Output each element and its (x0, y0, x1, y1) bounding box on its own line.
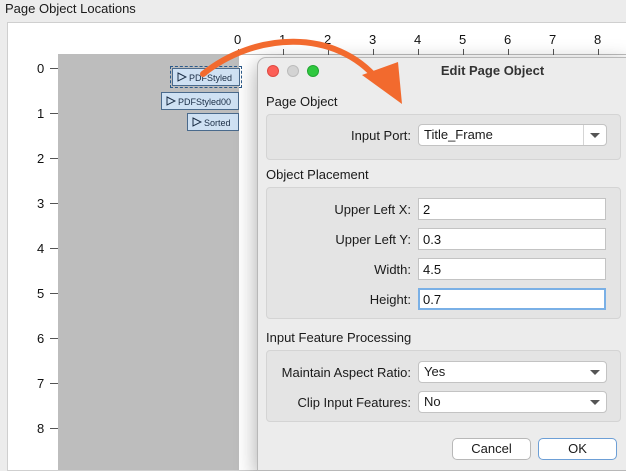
width-label: Width: (374, 262, 411, 277)
input-port-select[interactable]: Title_Frame (418, 124, 607, 146)
input-port-node[interactable]: PDFStyled00 (161, 92, 239, 110)
ruler-x-label: 5 (459, 32, 467, 47)
input-port-value: Title_Frame (424, 127, 493, 142)
ruler-x-label: 2 (324, 32, 332, 47)
input-port-node[interactable]: PDFStyled (170, 66, 242, 88)
ruler-tick (238, 49, 239, 55)
ruler-tick (50, 203, 58, 204)
placement-group: Upper Left X: Upper Left Y: Width: Heigh… (266, 187, 621, 319)
upper-left-x-label: Upper Left X: (334, 202, 411, 217)
ruler-y-label: 3 (37, 196, 45, 211)
chevron-down-icon (584, 392, 606, 412)
node-label: Sorted (204, 118, 231, 128)
ruler-tick (50, 293, 58, 294)
ruler-tick (508, 49, 509, 55)
page-object-group: Input Port: Title_Frame (266, 114, 621, 160)
clip-input-select[interactable]: No (418, 391, 607, 413)
upper-left-x-input[interactable] (418, 198, 606, 220)
cancel-button[interactable]: Cancel (452, 438, 531, 460)
maintain-aspect-select[interactable]: Yes (418, 361, 607, 383)
ruler-tick (373, 49, 374, 55)
clip-input-label: Clip Input Features: (297, 395, 411, 410)
input-port-node[interactable]: Sorted (187, 113, 239, 131)
height-label: Height: (369, 292, 411, 307)
chevron-down-icon (584, 362, 606, 382)
node-label: PDFStyled00 (178, 97, 232, 107)
dialog-title: Edit Page Object (440, 63, 545, 78)
ruler-y-label: 8 (37, 421, 45, 436)
ruler-tick (598, 49, 599, 55)
ruler-y-label: 4 (37, 241, 45, 256)
dialog-titlebar[interactable]: Edit Page Object (258, 58, 626, 84)
ruler-x-label: 0 (234, 32, 242, 47)
ruler-tick (463, 49, 464, 55)
ruler-tick (50, 248, 58, 249)
ruler-x-label: 4 (414, 32, 422, 47)
port-triangle-icon (166, 96, 176, 106)
ruler-tick (418, 49, 419, 55)
maintain-aspect-value: Yes (424, 364, 446, 379)
ruler-y-label: 0 (37, 61, 45, 76)
ok-button[interactable]: OK (538, 438, 617, 460)
ruler-x-label: 8 (594, 32, 602, 47)
ruler-x-label: 3 (369, 32, 377, 47)
section-object-placement: Object Placement (266, 167, 369, 182)
ruler-x-label: 7 (549, 32, 557, 47)
ruler-tick (50, 428, 58, 429)
chevron-down-icon (583, 125, 606, 145)
width-input[interactable] (418, 258, 606, 280)
processing-group: Maintain Aspect Ratio: Yes Clip Input Fe… (266, 350, 621, 422)
clip-input-value: No (424, 394, 441, 409)
port-triangle-icon (177, 72, 187, 82)
port-triangle-icon (192, 117, 202, 127)
node-label: PDFStyled (189, 73, 233, 83)
upper-left-y-input[interactable] (418, 228, 606, 250)
section-page-object: Page Object (266, 94, 338, 109)
upper-left-y-label: Upper Left Y: (335, 232, 411, 247)
ruler-tick (553, 49, 554, 55)
ruler-y-label: 5 (37, 286, 45, 301)
maintain-aspect-label: Maintain Aspect Ratio: (281, 365, 411, 380)
ruler-x-label: 6 (504, 32, 512, 47)
ruler-tick (283, 49, 284, 55)
ruler-y-label: 2 (37, 151, 45, 166)
ruler-tick (50, 383, 58, 384)
ruler-tick (50, 68, 58, 69)
height-input[interactable] (418, 288, 606, 310)
ruler-tick (328, 49, 329, 55)
section-input-feature-processing: Input Feature Processing (266, 330, 412, 345)
ruler-x-label: 1 (279, 32, 287, 47)
ruler-y-label: 7 (37, 376, 45, 391)
ruler-tick (50, 113, 58, 114)
ruler-tick (50, 158, 58, 159)
edit-page-object-dialog: Edit Page Object Page Object Input Port:… (257, 57, 626, 471)
ruler-y-label: 1 (37, 106, 45, 121)
ruler-y-label: 6 (37, 331, 45, 346)
window-title: Page Object Locations (5, 1, 136, 16)
input-port-label: Input Port: (351, 128, 411, 143)
ruler-tick (50, 338, 58, 339)
